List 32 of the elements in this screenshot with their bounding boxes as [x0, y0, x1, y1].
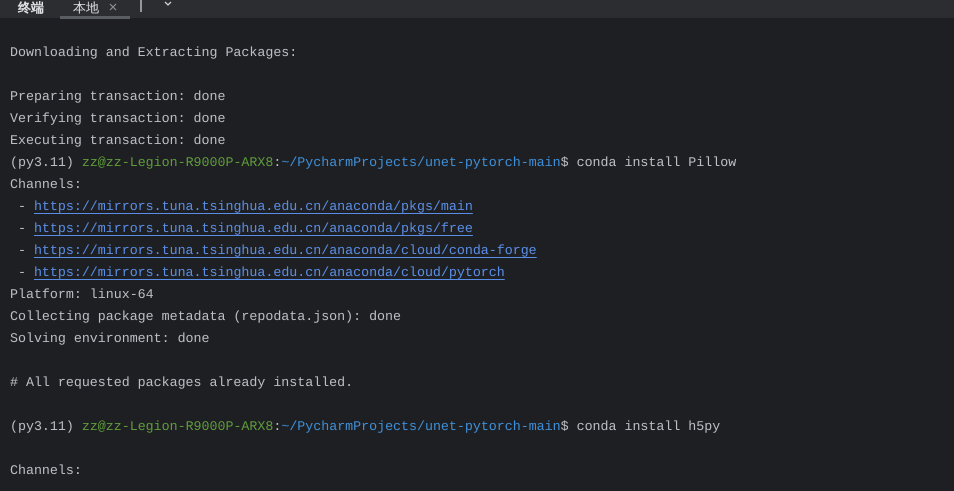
user-host: zz@zz-Legion-R9000P-ARX8 — [82, 154, 274, 172]
terminal-line: # All requested packages already installed. — [10, 375, 354, 390]
list-bullet: - — [16, 264, 27, 282]
channel-link[interactable]: https://mirrors.tuna.tsinghua.edu.cn/anaconda/cloud/conda-forge — [34, 240, 537, 262]
terminal-line: Preparing transaction: done — [10, 89, 226, 104]
caret-icon[interactable] — [164, 1, 172, 7]
command-text: $ conda install Pillow — [560, 154, 736, 172]
working-path: ~/PycharmProjects/unet-pytorch-main — [281, 418, 561, 436]
terminal-line: Platform: linux-64 — [10, 287, 154, 302]
channel-link[interactable]: https://mirrors.tuna.tsinghua.edu.cn/anaconda/pkgs/free — [34, 218, 473, 240]
terminal-line: Channels: — [10, 177, 82, 192]
working-path: ~/PycharmProjects/unet-pytorch-main — [281, 154, 561, 172]
close-icon[interactable] — [109, 3, 117, 11]
terminal-line: Downloading and Extracting Packages: — [10, 45, 298, 60]
panel-title: 终端 — [18, 0, 44, 16]
terminal-line: Executing transaction: done — [10, 133, 226, 148]
command-text: $ conda install h5py — [560, 418, 720, 436]
terminal-line: Verifying transaction: done — [10, 111, 226, 126]
env-name: (py3.11) — [10, 154, 74, 172]
terminal-line: Collecting package metadata (repodata.json): done — [10, 309, 401, 324]
prompt-separator: : — [273, 154, 282, 172]
channel-link[interactable]: https://mirrors.tuna.tsinghua.edu.cn/anaconda/pkgs/main — [34, 196, 473, 218]
user-host: zz@zz-Legion-R9000P-ARX8 — [82, 418, 274, 436]
prompt-separator: : — [273, 418, 282, 436]
list-bullet: - — [16, 198, 27, 216]
list-bullet: - — [16, 220, 27, 238]
channel-link[interactable]: https://mirrors.tuna.tsinghua.edu.cn/anaconda/cloud/pytorch — [34, 262, 505, 284]
terminal-line: Channels: — [10, 463, 82, 478]
terminal-line: Solving environment: done — [10, 331, 210, 346]
env-name: (py3.11) — [10, 418, 74, 436]
list-bullet: - — [16, 242, 27, 260]
terminal-tab[interactable]: 本地 — [60, 0, 130, 19]
